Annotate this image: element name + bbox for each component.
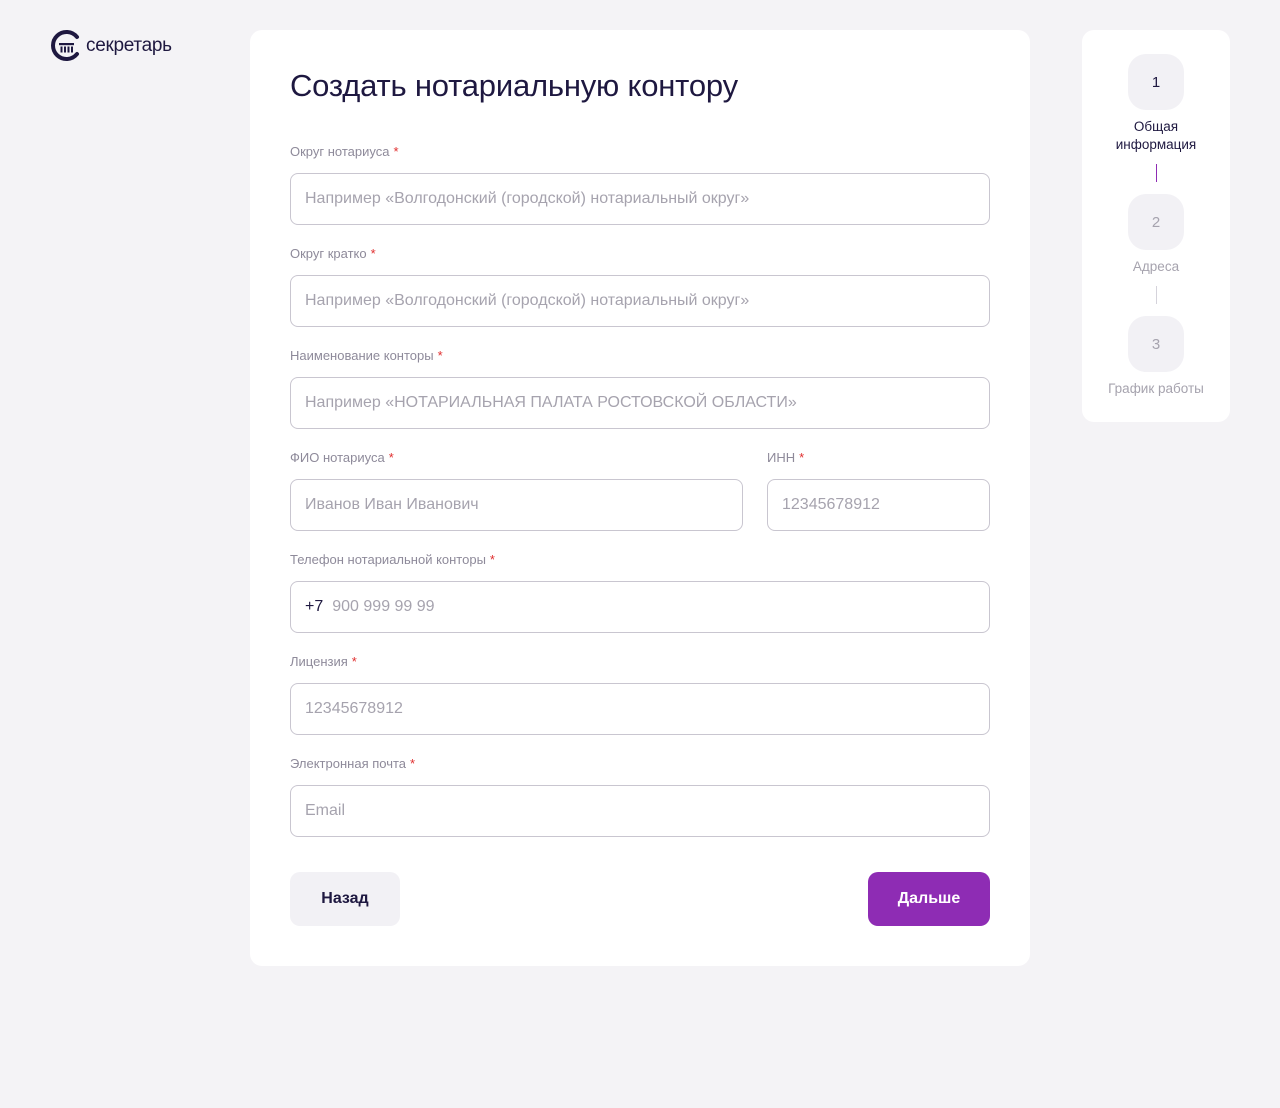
step-2-indicator[interactable]: 2	[1128, 194, 1184, 250]
email-placeholder: Email	[305, 802, 346, 819]
step-2-label: Адреса	[1132, 259, 1180, 274]
email-label: Электронная почта *	[290, 756, 416, 771]
step-1-label: Общая информация	[1115, 119, 1197, 152]
office-name-placeholder: Например «НОТАРИАЛЬНАЯ ПАЛАТА РОСТОВСКОЙ…	[305, 394, 797, 411]
required-mark: *	[489, 552, 495, 567]
required-mark: *	[799, 450, 805, 465]
brand-logo[interactable]: секретарь	[50, 29, 172, 62]
notary-name-placeholder: Иванов Иван Иванович	[305, 496, 479, 513]
inn-placeholder: 12345678912	[782, 496, 880, 513]
required-mark: *	[388, 450, 394, 465]
required-mark: *	[370, 246, 376, 261]
license-label: Лицензия *	[290, 654, 357, 669]
license-input[interactable]: 12345678912	[290, 683, 990, 735]
back-button[interactable]: Назад	[290, 872, 400, 926]
inn-input[interactable]: 12345678912	[767, 479, 990, 531]
office-name-input[interactable]: Например «НОТАРИАЛЬНАЯ ПАЛАТА РОСТОВСКОЙ…	[290, 377, 990, 429]
district-label: Округ нотариуса *	[290, 144, 399, 159]
step-1-indicator[interactable]: 1	[1128, 54, 1184, 110]
required-mark: *	[410, 756, 416, 771]
step-connector	[1156, 164, 1157, 182]
create-office-form: Создать нотариальную контору Округ нотар…	[250, 30, 1030, 966]
required-mark: *	[437, 348, 443, 363]
office-name-label: Наименование конторы *	[290, 348, 443, 363]
district-input[interactable]: Например «Волгодонский (городской) нотар…	[290, 173, 990, 225]
phone-label: Телефон нотариальной конторы *	[290, 552, 495, 567]
step-3-label: График работы	[1108, 381, 1204, 396]
phone-prefix: +7	[305, 598, 324, 615]
district-placeholder: Например «Волгодонский (городской) нотар…	[305, 190, 750, 207]
license-field: Лицензия * 12345678912	[290, 653, 990, 735]
required-mark: *	[393, 144, 399, 159]
notary-name-field: ФИО нотариуса * Иванов Иван Иванович	[290, 449, 743, 531]
district-short-label: Округ кратко *	[290, 246, 376, 261]
step-3-indicator[interactable]: 3	[1128, 316, 1184, 372]
email-input[interactable]: Email	[290, 785, 990, 837]
phone-field: Телефон нотариальной конторы * +7 900 999 …	[290, 551, 990, 633]
notary-name-label: ФИО нотариуса *	[290, 450, 394, 465]
next-button[interactable]: Дальше	[868, 872, 990, 926]
district-short-input[interactable]: Например «Волгодонский (городской) нотар…	[290, 275, 990, 327]
step-connector	[1156, 286, 1157, 304]
office-name-field: Наименование конторы * Например «НОТАРИАЛ…	[290, 347, 990, 429]
district-field: Округ нотариуса * Например «Волгодонский …	[290, 143, 990, 225]
district-short-field: Округ кратко * Например «Волгодонский (го…	[290, 245, 990, 327]
notary-name-input[interactable]: Иванов Иван Иванович	[290, 479, 743, 531]
district-short-placeholder: Например «Волгодонский (городской) нотар…	[305, 292, 750, 309]
phone-placeholder: 900 999 99 99	[332, 598, 435, 615]
progress-stepper: 1 Общая информация 2 Адреса 3 График раб…	[1082, 30, 1230, 422]
logo-icon	[51, 30, 79, 61]
inn-label: ИНН *	[767, 450, 805, 465]
page-title: Создать нотариальную контору	[290, 68, 738, 103]
phone-input[interactable]: +7 900 999 99 99	[290, 581, 990, 633]
required-mark: *	[351, 654, 357, 669]
email-field: Электронная почта * Email	[290, 755, 990, 837]
license-placeholder: 12345678912	[305, 700, 403, 717]
inn-field: ИНН * 12345678912	[767, 449, 990, 531]
brand-name: секретарь	[86, 34, 172, 56]
